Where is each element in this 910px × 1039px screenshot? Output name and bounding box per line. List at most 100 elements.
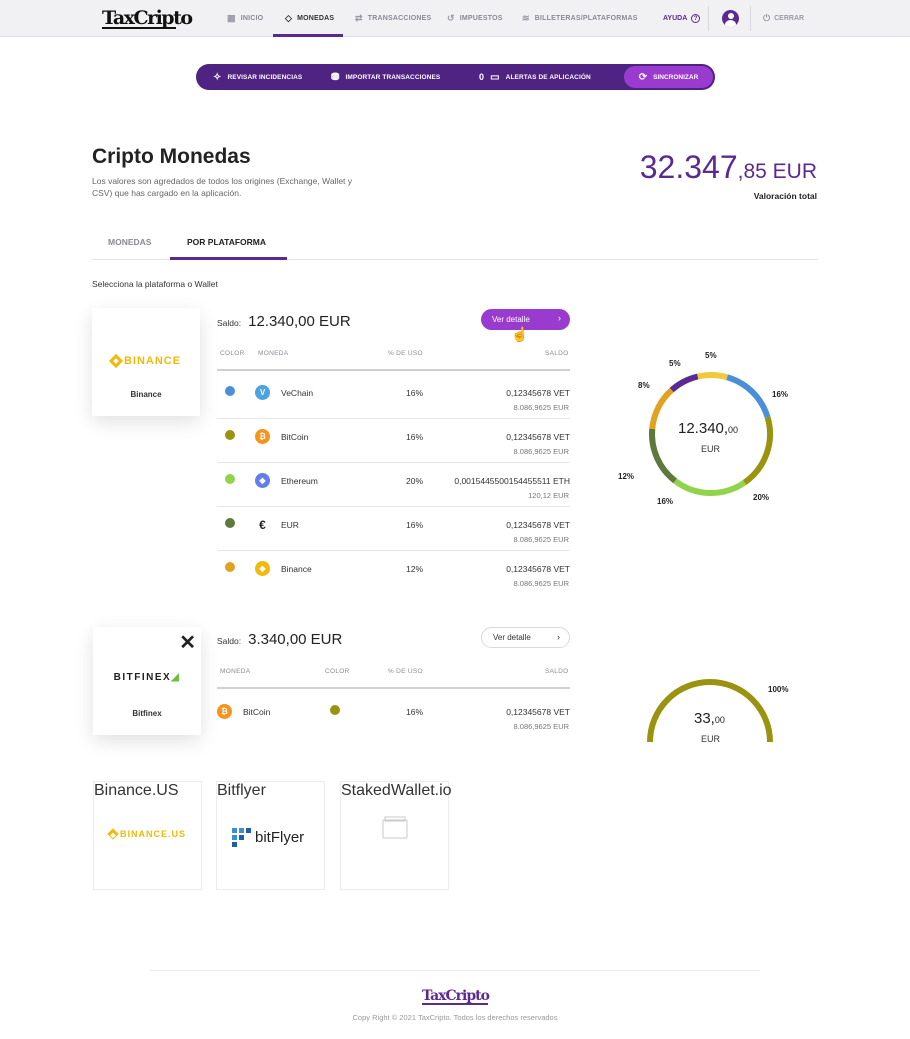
chevron-right-icon: ›: [558, 313, 561, 323]
total-valuation: 32.347,85 EUR: [640, 149, 817, 186]
saldo-label: Saldo:: [217, 636, 242, 646]
nav-item-label: TRANSACCIONES: [367, 15, 432, 22]
center-int: 33,: [694, 710, 715, 727]
view-detail-label: Ver detalle: [493, 633, 531, 642]
binance-icon: [107, 828, 119, 840]
center-dec: 00: [728, 425, 739, 435]
bitflyer-icon: [232, 828, 251, 847]
coin-usage: 16%: [406, 388, 424, 398]
slice-label: 5%: [705, 351, 717, 360]
platform-card-bitflyer[interactable]: bitFlyer Bitflyer: [216, 781, 325, 890]
color-dot: [330, 705, 340, 715]
coin-usage: 20%: [406, 476, 424, 486]
footer-divider: [150, 970, 760, 971]
coin-name: EUR: [281, 520, 299, 530]
close-icon[interactable]: ✕: [179, 633, 196, 653]
sync-button[interactable]: ⟳ SINCRONIZAR: [624, 66, 713, 88]
coins-icon: ≋: [522, 13, 530, 23]
saldo-value: 3.340,00 EUR: [248, 631, 343, 648]
bitfinex-balance: Saldo: 3.340,00 EUR: [217, 631, 342, 648]
gauge-label: 100%: [768, 685, 789, 694]
coin-usage: 12%: [406, 564, 424, 574]
total-integer: 32.347: [639, 149, 738, 185]
slice-label: 16%: [772, 390, 789, 399]
column-header-moneda: MONEDA: [220, 668, 251, 675]
nav-item-billeteras[interactable]: ≋ BILLETERAS/PLATAFORMAS: [522, 0, 638, 37]
user-avatar[interactable]: [722, 10, 739, 27]
platform-card-binance-us[interactable]: BINANCE.US Binance.US: [93, 781, 202, 890]
coin-name: BitCoin: [243, 707, 271, 717]
alerts-label: ALERTAS DE APLICACIÓN: [505, 73, 591, 81]
coin-name: VeChain: [281, 388, 314, 398]
import-transactions-button[interactable]: ⛃ IMPORTAR TRANSACCIONES: [331, 64, 440, 90]
bitcoin-icon: ₿: [217, 704, 232, 719]
donut-slice: [669, 373, 699, 393]
footer-logo: TaxCripto: [422, 988, 490, 1004]
coin-usage: 16%: [406, 432, 424, 442]
sync-icon: ⟳: [638, 71, 648, 83]
donut-center-unit: EUR: [701, 444, 721, 454]
slice-label: 8%: [638, 381, 650, 390]
select-platform-label: Selecciona la plataforma o Wallet: [92, 279, 218, 289]
taxcripto-logo[interactable]: TaxCripto: [102, 8, 193, 28]
nav-separator: [750, 6, 751, 31]
coin-eur-value: 8.086,9625 EUR: [513, 447, 569, 456]
nav-item-monedas[interactable]: ◇ MONEDAS: [285, 0, 334, 37]
column-header-moneda: MONEDA: [258, 350, 289, 357]
center-dec: 00: [714, 715, 725, 725]
platform-name: StakedWallet.io: [341, 782, 452, 799]
slice-label: 12%: [618, 472, 635, 481]
coin-amount: 0,12345678 VET: [506, 520, 570, 530]
nav-active-indicator: [273, 34, 343, 37]
tab-por-plataforma[interactable]: POR PLATAFORMA: [187, 237, 266, 247]
import-label: IMPORTAR TRANSACCIONES: [345, 73, 441, 81]
view-detail-button-bitfinex[interactable]: Ver detalle ›: [481, 627, 570, 648]
nav-item-inicio[interactable]: ▦ INICIO: [227, 0, 263, 37]
color-dot: [225, 386, 235, 396]
coin-name: BitCoin: [281, 432, 309, 442]
platform-name: Bitfinex: [132, 709, 162, 718]
row-divider: [217, 506, 570, 507]
platform-card-stakedwallet[interactable]: StakedWallet.io: [340, 781, 452, 890]
color-dot: [225, 518, 235, 528]
donut-center-value: 12.340,00: [678, 420, 738, 437]
nav-separator: [708, 6, 709, 31]
help-link[interactable]: AYUDA ?: [663, 0, 701, 37]
binance-us-logo: BINANCE.US: [94, 828, 201, 840]
nav-item-transacciones[interactable]: ⇄ TRANSACCIONES: [355, 0, 431, 37]
platform-card-bitfinex[interactable]: ✕ BITFINEX◢ Bitfinex: [93, 627, 201, 735]
magic-wand-icon: ✧: [213, 71, 222, 83]
coin-eur-value: 8.086,9625 EUR: [513, 535, 569, 544]
donut-slice: [726, 374, 771, 419]
platform-name: Binance.US: [94, 782, 179, 799]
bitflyer-logo: bitFlyer: [232, 828, 304, 847]
nav-item-impuestos[interactable]: ↺ IMPUESTOS: [447, 0, 503, 37]
logout-button[interactable]: ⏻ CERRAR: [763, 0, 804, 37]
logo-underline: [102, 27, 176, 29]
donut-slice: [742, 416, 773, 486]
donut-slice: [697, 372, 728, 381]
donut-slice: [673, 478, 747, 496]
coin-usage: 16%: [406, 520, 424, 530]
nav-item-label: MONEDAS: [297, 15, 335, 22]
hand-cursor-icon: ☝: [511, 326, 529, 342]
slice-label: 5%: [669, 359, 681, 368]
tab-monedas[interactable]: MONEDAS: [108, 237, 151, 247]
platform-card-binance[interactable]: BINANCE Binance: [92, 308, 200, 416]
page-title: Cripto Monedas: [92, 145, 251, 168]
review-label: REVISAR INCIDENCIAS: [227, 73, 303, 81]
coin-icon: ◆: [255, 473, 270, 488]
app-alerts-button[interactable]: 0 ▭ ALERTAS DE APLICACIÓN: [479, 64, 591, 90]
color-dot: [225, 430, 235, 440]
coin-usage: 16%: [406, 707, 424, 717]
review-incidents-button[interactable]: ✧ REVISAR INCIDENCIAS: [213, 64, 302, 90]
saldo-value: 12.340,00 EUR: [248, 313, 351, 330]
center-int: 12.340,: [678, 420, 729, 437]
slice-label: 16%: [657, 497, 674, 506]
table-header-divider: [217, 369, 570, 371]
binance-us-logo-text: BINANCE.US: [119, 829, 186, 839]
coin-eur-value: 8.086,9625 EUR: [513, 403, 569, 412]
column-header-color: COLOR: [325, 668, 350, 675]
coin-name: Binance: [281, 564, 312, 574]
binance-logo: BINANCE: [92, 353, 200, 369]
